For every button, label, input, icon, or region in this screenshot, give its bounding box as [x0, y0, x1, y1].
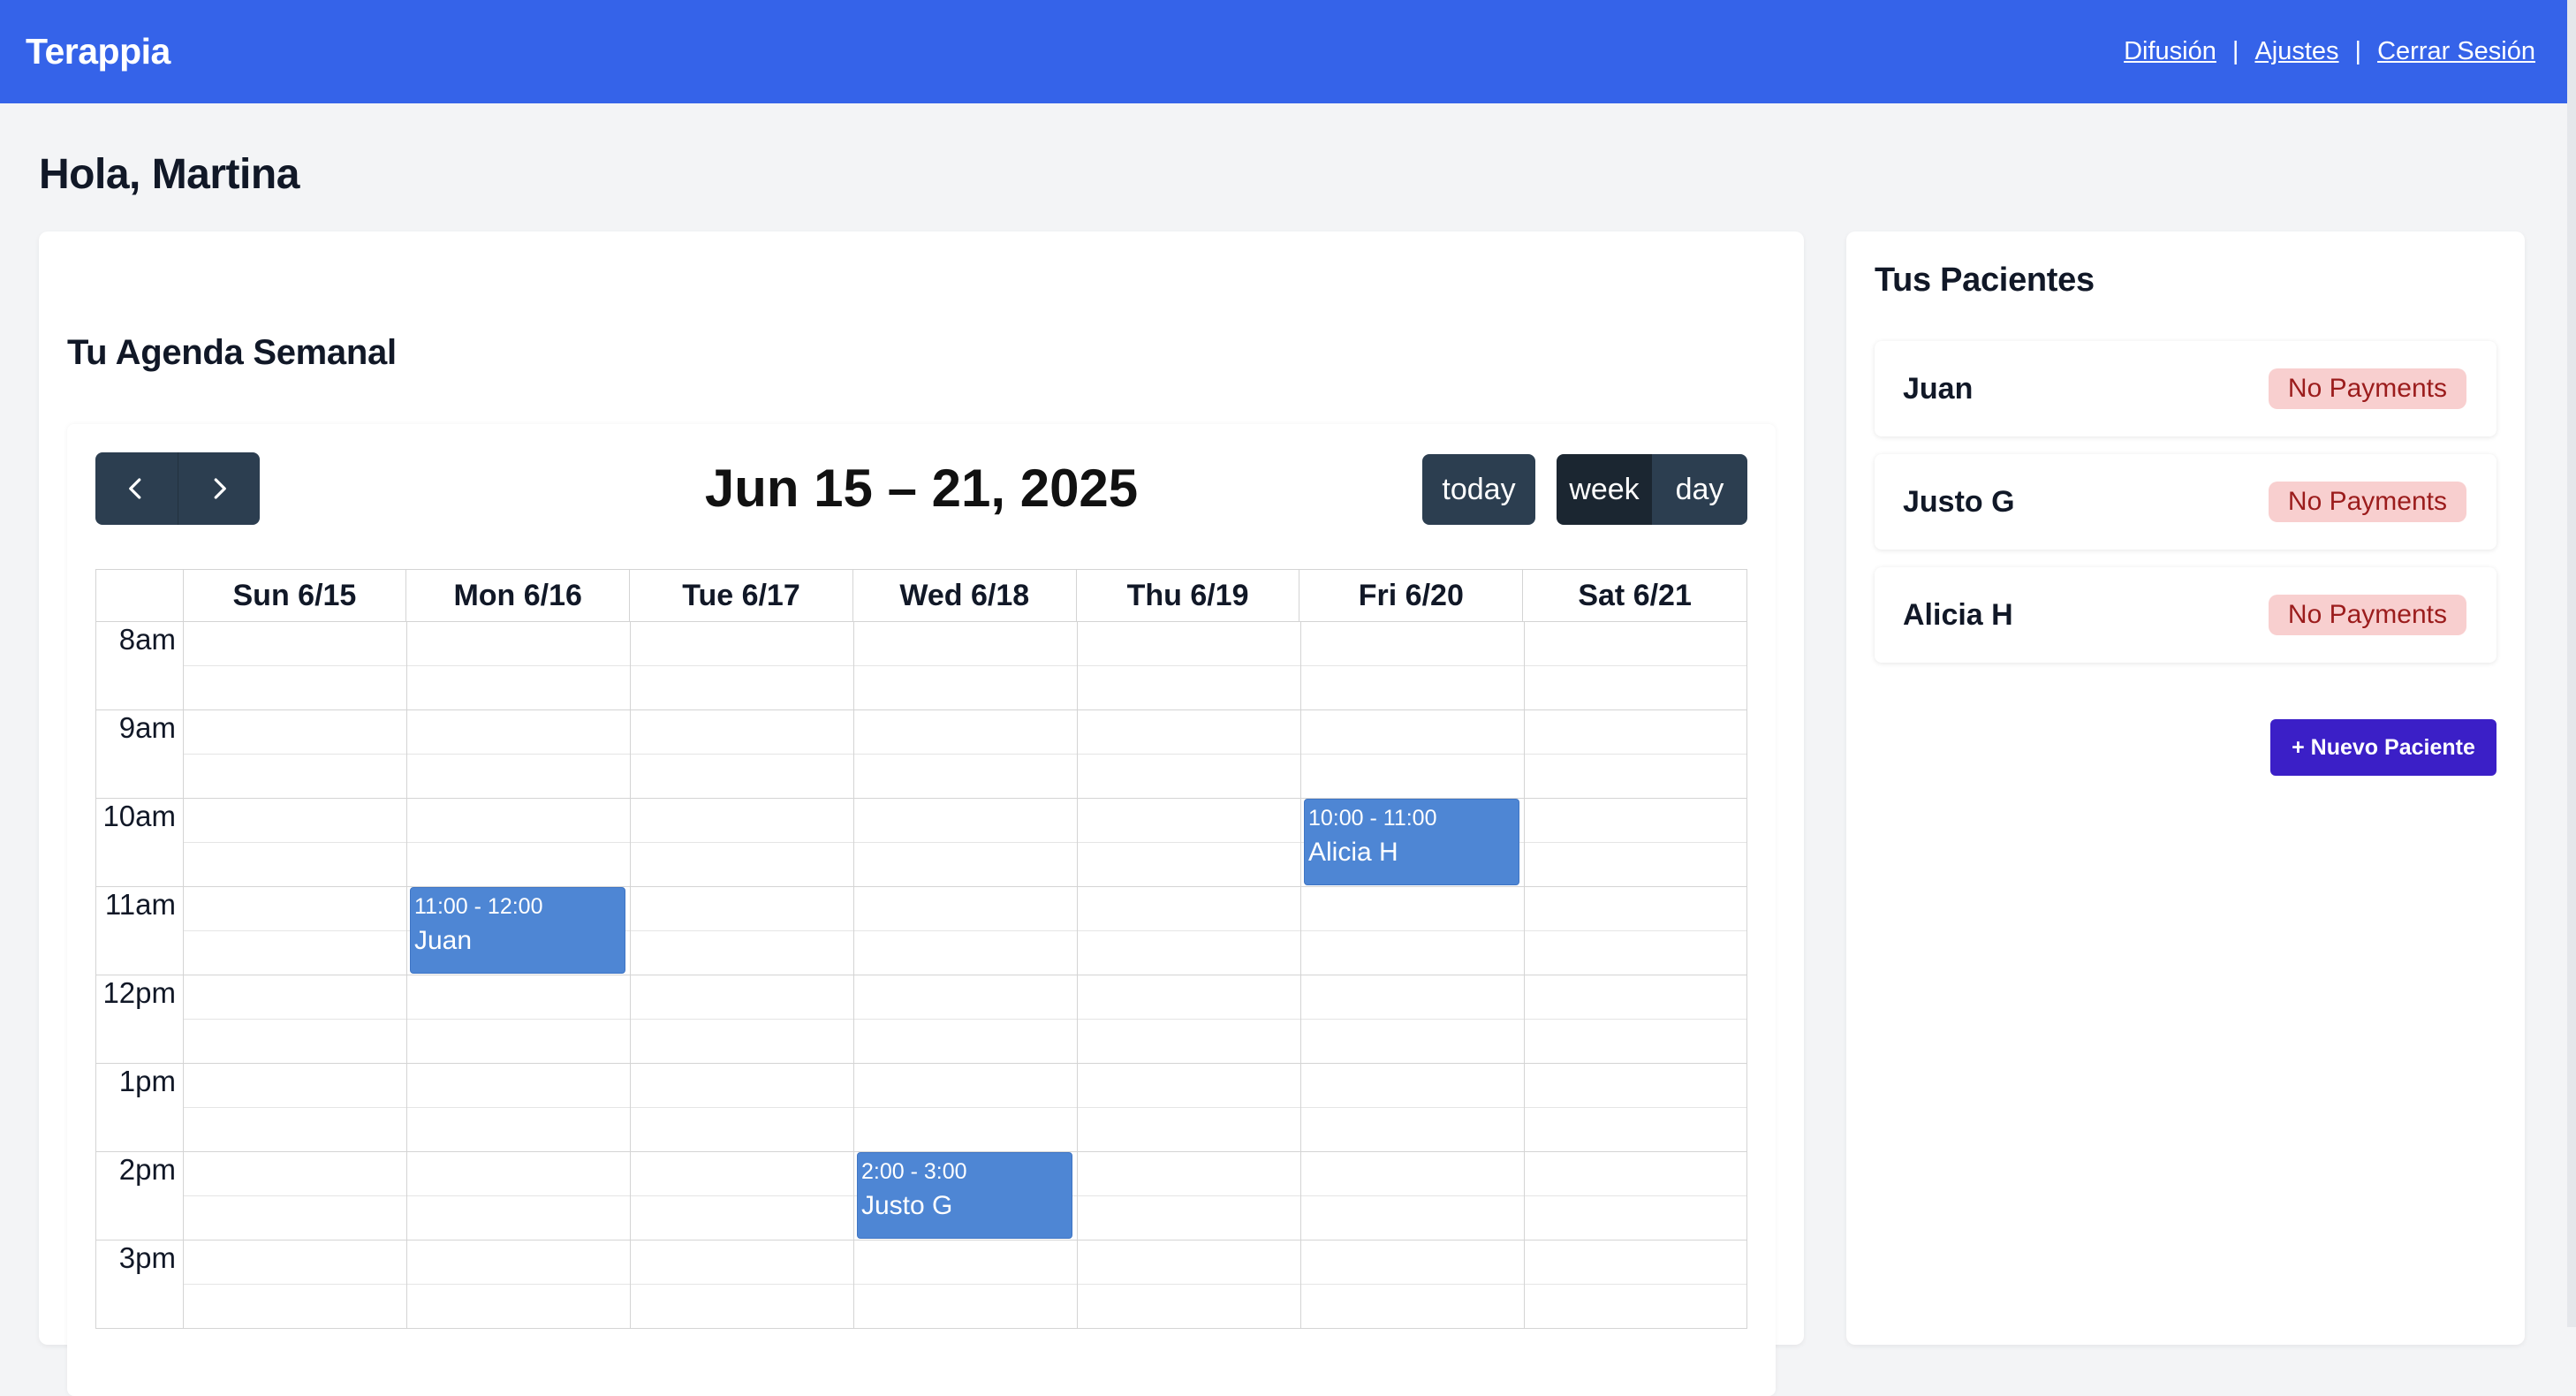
nav-separator: | [2231, 37, 2239, 65]
hour-row: 3pm [96, 1240, 1746, 1328]
hour-row: 1pm [96, 1063, 1746, 1152]
day-header[interactable]: Mon 6/16 [406, 570, 631, 621]
day-header[interactable]: Fri 6/20 [1299, 570, 1524, 621]
patients-title: Tus Pacientes [1875, 262, 2095, 299]
hour-label: 8am [118, 623, 176, 656]
view-switcher: week day [1557, 454, 1747, 525]
agenda-title: Tu Agenda Semanal [67, 333, 397, 372]
calendar-event[interactable]: 2:00 - 3:00 Justo G [857, 1152, 1072, 1239]
event-time: 2:00 - 3:00 [861, 1159, 967, 1184]
patient-name: Alicia H [1903, 597, 2013, 632]
event-patient: Alicia H [1308, 838, 1398, 867]
hour-label: 10am [102, 800, 176, 832]
day-column-divider [630, 621, 631, 1328]
nav-link-ajustes[interactable]: Ajustes [2254, 37, 2338, 66]
hour-label: 9am [118, 711, 176, 744]
day-column-divider [406, 621, 407, 1328]
nav-link-logout[interactable]: Cerrar Sesión [2377, 37, 2535, 66]
day-header-row: Sun 6/15 Mon 6/16 Tue 6/17 Wed 6/18 Thu … [96, 570, 1746, 622]
patient-card-juan[interactable]: Juan No Payments [1875, 341, 2496, 436]
time-grid-body[interactable]: 8am 9am 10am 11am 12pm 1pm 2pm 3pm 10:00… [96, 621, 1746, 1328]
calendar: Jun 15 – 21, 2025 today week day Sun 6/1… [67, 424, 1776, 1396]
day-view-button[interactable]: day [1652, 454, 1747, 525]
hour-label: 3pm [118, 1241, 176, 1274]
brand-logo[interactable]: Terappia [26, 31, 170, 72]
add-patient-button[interactable]: + Nuevo Paciente [2270, 719, 2496, 776]
time-axis-header [96, 570, 184, 621]
window-edge [2567, 0, 2576, 1327]
patient-card-justo-g[interactable]: Justo G No Payments [1875, 454, 2496, 550]
hour-row: 12pm [96, 975, 1746, 1064]
hour-row: 11am [96, 886, 1746, 975]
patient-name: Justo G [1903, 484, 2015, 519]
day-column-divider [853, 621, 854, 1328]
hour-row: 8am [96, 621, 1746, 710]
agenda-card: Tu Agenda Semanal Jun 15 – 21, 2025 toda… [39, 231, 1804, 1396]
payment-status-badge: No Payments [2268, 482, 2466, 522]
day-column-divider [1524, 621, 1525, 1328]
nav-link-difusion[interactable]: Difusión [2124, 37, 2216, 66]
hour-label: 11am [104, 888, 176, 921]
day-column-divider [1077, 621, 1078, 1328]
day-header[interactable]: Wed 6/18 [853, 570, 1077, 621]
nav-separator: | [2354, 37, 2362, 65]
week-view-button[interactable]: week [1557, 454, 1652, 525]
day-header[interactable]: Thu 6/19 [1077, 570, 1300, 621]
day-column-divider [183, 621, 184, 1328]
week-grid: Sun 6/15 Mon 6/16 Tue 6/17 Wed 6/18 Thu … [95, 569, 1747, 1329]
today-button[interactable]: today [1422, 454, 1535, 525]
top-bar: Terappia Difusión | Ajustes | Cerrar Ses… [0, 0, 2567, 103]
page-greeting: Hola, Martina [39, 151, 299, 198]
patient-name: Juan [1903, 371, 1974, 406]
day-header[interactable]: Sun 6/15 [184, 570, 407, 621]
event-patient: Justo G [861, 1191, 953, 1220]
event-time: 11:00 - 12:00 [414, 894, 543, 919]
patient-card-alicia-h[interactable]: Alicia H No Payments [1875, 567, 2496, 663]
event-patient: Juan [414, 926, 473, 955]
payment-status-badge: No Payments [2268, 368, 2466, 409]
day-column-divider [1300, 621, 1301, 1328]
top-nav: Difusión | Ajustes | Cerrar Sesión [2124, 37, 2535, 66]
event-time: 10:00 - 11:00 [1308, 806, 1437, 831]
calendar-event[interactable]: 11:00 - 12:00 Juan [410, 887, 625, 974]
calendar-event[interactable]: 10:00 - 11:00 Alicia H [1304, 799, 1519, 885]
hour-row: 9am [96, 709, 1746, 799]
day-header[interactable]: Tue 6/17 [630, 570, 853, 621]
patients-card: Tus Pacientes Juan No Payments Justo G N… [1846, 231, 2525, 1345]
day-header[interactable]: Sat 6/21 [1523, 570, 1746, 621]
hour-label: 2pm [118, 1153, 176, 1186]
hour-label: 1pm [118, 1065, 176, 1097]
payment-status-badge: No Payments [2268, 595, 2466, 635]
hour-label: 12pm [102, 976, 176, 1009]
